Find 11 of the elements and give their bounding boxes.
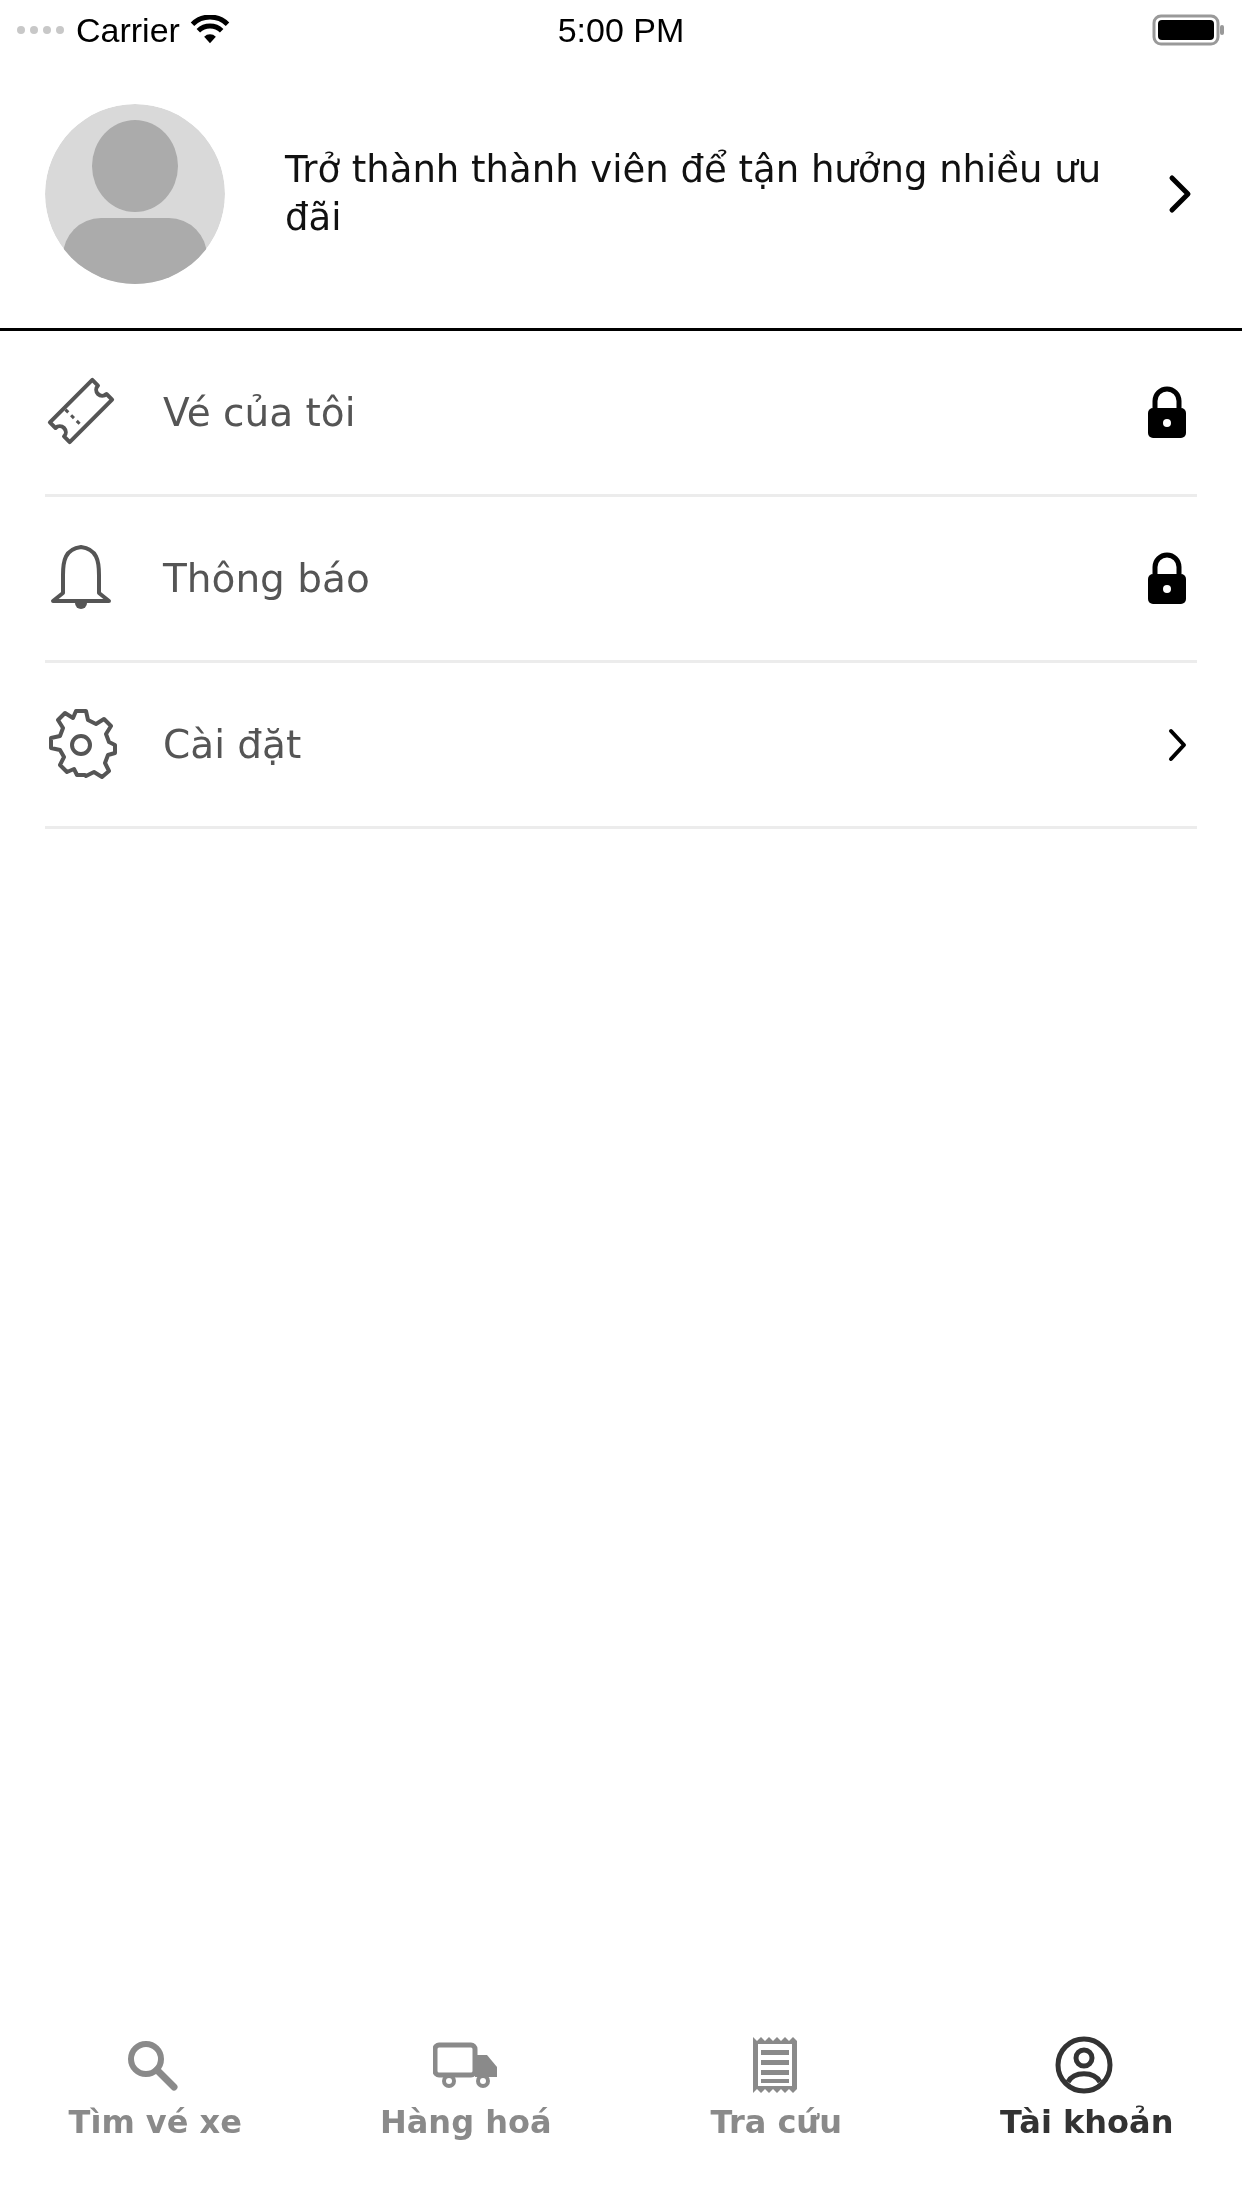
chevron-right-icon[interactable] — [1168, 174, 1192, 214]
status-time: 5:00 PM — [557, 10, 685, 50]
signal-icon — [16, 25, 66, 35]
menu-item[interactable]: Thông báo — [45, 497, 1197, 663]
carrier-label: Carrier — [76, 10, 180, 50]
tab[interactable]: Tài khoản — [931, 2008, 1242, 2168]
battery-icon — [1152, 14, 1226, 46]
wifi-icon — [189, 15, 230, 45]
membership-prompt[interactable]: Trở thành thành viên để tận hưởng nhiều ưu đãi — [285, 146, 1108, 242]
menu-item[interactable]: Vé của tôi — [45, 331, 1197, 497]
menu-item[interactable]: Cài đặt — [45, 663, 1197, 829]
